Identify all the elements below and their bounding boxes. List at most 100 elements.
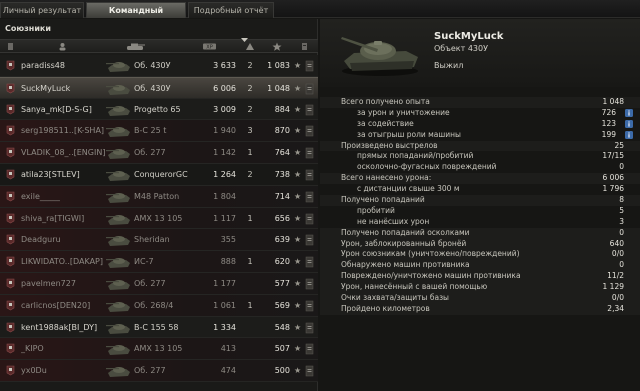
kills-cell: 2 [247, 104, 253, 114]
player-row[interactable]: paradiss48 Об. 430У 3 633 2 1 083 ★ [0, 55, 318, 77]
kills-icon[interactable] [245, 42, 255, 51]
rank-badge-icon [305, 191, 314, 203]
tank-thumbnail-icon [106, 84, 130, 95]
stat-value: 6 006 [602, 173, 624, 183]
rank-badge-icon [305, 278, 314, 290]
experience-cell: 1 177 [213, 278, 236, 288]
star-icon: ★ [294, 300, 302, 310]
squad-icon[interactable] [6, 42, 15, 51]
player-row[interactable]: atila23[STLEV] ConquerorGC 1 264 2 738 ★ [0, 163, 318, 186]
team-player-list: paradiss48 Об. 430У 3 633 2 1 083 ★ SuckMyLuck… [0, 55, 318, 382]
stat-label: Урон, нанесённый с вашей помощью [341, 282, 488, 292]
score-cell: 507 [274, 344, 290, 354]
vehicle-name-cell: Sheridan [134, 235, 170, 245]
player-row[interactable]: yx0Du Об. 277 474 500 ★ [0, 360, 318, 382]
stat-value: 0 [619, 162, 624, 172]
vehicle-name-cell: Progetto 65 [134, 104, 181, 114]
stat-value: 726 [601, 107, 616, 117]
tank-thumbnail-icon [106, 301, 130, 312]
kills-cell: 1 [247, 213, 253, 223]
experience-cell: 1 334 [213, 322, 236, 332]
stat-row: Всего получено опыта 1 048 [320, 97, 640, 108]
kills-cell: 2 [247, 61, 253, 70]
player-row[interactable]: _KIPO AMX 13 105 413 507 ★ [0, 338, 318, 361]
player-row[interactable]: VLADIK_08_..[ENGIN] Об. 277 1 142 1 764 ★ [0, 142, 318, 164]
player-row[interactable]: carlicnos[DEN20] Об. 268/4 1 061 1 569 ★ [0, 294, 318, 317]
tank-thumbnail-icon [106, 192, 130, 203]
info-icon[interactable] [625, 130, 633, 139]
stat-value: 0 [619, 227, 624, 237]
player-icon[interactable] [58, 42, 67, 51]
vehicle-name-cell: Об. 430У [134, 61, 171, 70]
player-name-cell: SuckMyLuck [21, 83, 71, 93]
player-row[interactable]: pavelmen727 Об. 277 1 177 577 ★ [0, 272, 318, 295]
tab-detailed-report[interactable]: Подробный отчёт [188, 2, 274, 18]
squad-badge-icon [6, 344, 15, 354]
star-icon: ★ [294, 191, 302, 201]
player-name-cell: kent1988ak[BI_DY] [21, 322, 98, 332]
score-cell: 620 [274, 257, 290, 267]
kills-cell [240, 186, 260, 207]
rank-icon[interactable] [300, 42, 309, 51]
experience-cell: 413 [220, 344, 236, 354]
tank-thumbnail-icon [106, 367, 130, 378]
stat-value: 0/0 [611, 293, 624, 303]
player-row[interactable]: serg198511..[K-SHA] B-C 25 t 1 940 3 870 ★ [0, 120, 318, 143]
stat-label: за отыгрыш роли машины [357, 129, 461, 139]
stat-row: осколочно-фугасных повреждений 0 [320, 162, 640, 173]
experience-cell: 1 117 [213, 213, 236, 223]
stat-row: Обнаружено машин противника 0 [320, 260, 640, 272]
experience-cell: 3 633 [213, 61, 236, 70]
stat-label: Урон, заблокированный бронёй [341, 238, 467, 248]
star-icon: ★ [294, 344, 302, 354]
star-icon: ★ [294, 235, 302, 245]
sort-desc-icon[interactable] [241, 38, 248, 43]
stat-label: Получено попаданий осколками [341, 227, 470, 237]
score-cell: 548 [274, 322, 290, 332]
player-row[interactable]: SuckMyLuck Об. 430У 6 006 2 1 048 ★ [0, 76, 318, 99]
experience-icon[interactable]: XP [203, 42, 216, 51]
rank-badge-icon [305, 256, 314, 268]
player-row[interactable]: Deadguru Sheridan 355 639 ★ [0, 229, 318, 252]
experience-cell: 1 061 [213, 300, 236, 310]
star-icon: ★ [294, 169, 302, 179]
score-cell: 1 083 [267, 61, 290, 70]
rank-badge-icon [305, 60, 314, 72]
score-cell: 569 [274, 300, 290, 310]
tank-image [341, 37, 418, 76]
stat-value: 123 [601, 118, 616, 128]
experience-cell: 1 804 [213, 191, 236, 201]
rank-badge-icon [305, 104, 314, 115]
kills-cell [240, 360, 260, 381]
info-icon[interactable] [625, 119, 633, 128]
stat-value: 199 [601, 129, 616, 139]
star-icon: ★ [294, 61, 302, 70]
score-cell: 639 [274, 235, 290, 245]
score-icon[interactable] [272, 42, 282, 51]
player-row[interactable]: shiva_ra[TIGWI] AMX 13 105 1 117 1 656 ★ [0, 207, 318, 230]
stat-label: с дистанции свыше 300 м [357, 184, 460, 194]
star-icon: ★ [294, 104, 302, 114]
player-name-cell: Sanya_mk[D-S-G] [21, 104, 92, 114]
stat-label: Произведено выстрелов [341, 140, 438, 150]
vehicle-name-cell: B-C 155 58 [134, 322, 179, 332]
info-icon[interactable] [625, 108, 633, 117]
player-stats-list: Всего получено опыта 1 048 за урон и уничт… [320, 97, 640, 315]
rank-badge-icon [305, 83, 314, 95]
vehicle-icon[interactable] [124, 42, 146, 51]
tank-thumbnail-icon [106, 149, 130, 160]
tab-personal-result[interactable]: Личный результат [0, 2, 84, 18]
team-title: Союзники [5, 24, 51, 33]
player-row[interactable]: LIKWIDATO..[DAKAP] ИС-7 888 1 620 ★ [0, 251, 318, 273]
kills-cell: 2 [247, 169, 253, 179]
stat-label: Получено попаданий [341, 195, 425, 205]
score-cell: 500 [274, 366, 290, 376]
rank-badge-icon [305, 300, 314, 312]
stat-row: Всего нанесено урона: 6 006 [320, 173, 640, 185]
score-cell: 656 [274, 213, 290, 223]
player-row[interactable]: exile_____ M48 Patton 1 804 714 ★ [0, 185, 318, 208]
vehicle-name-cell: M48 Patton [134, 191, 180, 201]
player-row[interactable]: Sanya_mk[D-S-G] Progetto 65 3 009 2 884 ★ [0, 98, 318, 121]
tab-team-result[interactable]: Командный результат [86, 2, 186, 30]
player-row[interactable]: kent1988ak[BI_DY] B-C 155 58 1 334 548 ★ [0, 316, 318, 339]
